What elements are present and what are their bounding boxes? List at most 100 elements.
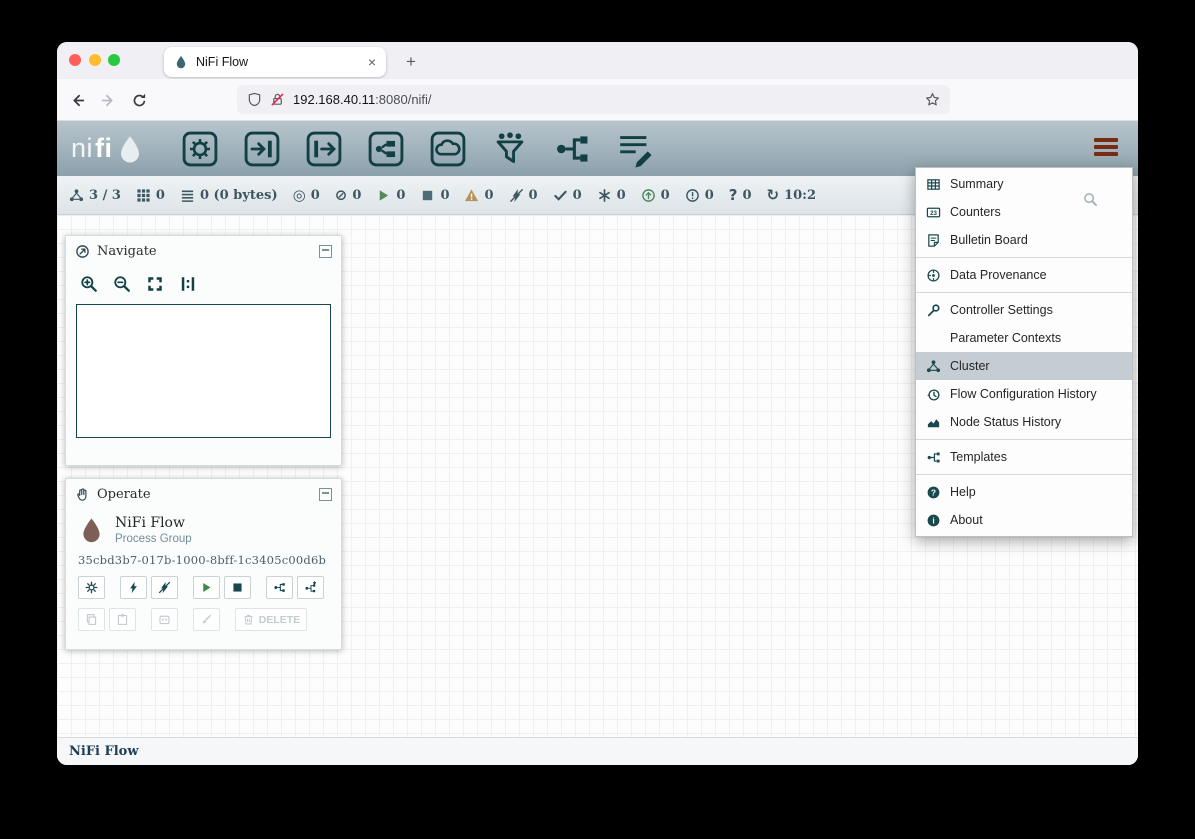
- breadcrumb[interactable]: NiFi Flow: [69, 744, 139, 759]
- cluster-icon: [926, 359, 941, 374]
- birdseye-preview[interactable]: [76, 304, 331, 438]
- menu-item-label: Controller Settings: [950, 303, 1053, 317]
- process-group-icon: [367, 130, 405, 168]
- menu-item-help[interactable]: Help: [916, 478, 1132, 506]
- create-template-button[interactable]: [266, 576, 293, 599]
- help-icon: [926, 485, 941, 500]
- delete-button[interactable]: DELETE: [235, 608, 307, 631]
- fill-color-button[interactable]: [193, 608, 220, 631]
- disabled-count: 0: [529, 188, 538, 203]
- window-close-button[interactable]: [69, 54, 81, 66]
- search-icon[interactable]: [1083, 192, 1098, 207]
- bookmark-star-icon[interactable]: [925, 92, 940, 107]
- zoom-out-button[interactable]: [109, 272, 135, 296]
- menu-item-label: Data Provenance: [950, 268, 1047, 282]
- menu-item-label: Node Status History: [950, 415, 1061, 429]
- menu-item-cluster[interactable]: Cluster: [916, 352, 1132, 380]
- menu-item-label: Cluster: [950, 359, 990, 373]
- stopped-count: 0: [440, 188, 449, 203]
- browser-toolbar: 192.168.40.11:8080/nifi/ local: [57, 79, 1138, 121]
- nifi-global-menu-icon[interactable]: [1094, 138, 1118, 156]
- transmitting-count: 0: [311, 188, 320, 203]
- browser-tab[interactable]: NiFi Flow ×: [164, 47, 386, 77]
- navigate-collapse-icon[interactable]: [319, 245, 332, 258]
- navigate-palette: Navigate: [65, 235, 342, 466]
- bolt-icon: [127, 581, 140, 594]
- upload-template-button[interactable]: [297, 576, 324, 599]
- status-last-refresh: ↻10:2: [767, 188, 817, 203]
- new-tab-button[interactable]: +: [399, 50, 423, 74]
- window-minimize-button[interactable]: [89, 54, 101, 66]
- menu-item-node-status-history[interactable]: Node Status History: [916, 408, 1132, 436]
- zoom-in-button[interactable]: [76, 272, 102, 296]
- copy-icon: [85, 613, 98, 626]
- operate-title: Operate: [97, 487, 312, 502]
- info-icon: [926, 513, 941, 528]
- reload-icon[interactable]: [131, 92, 148, 109]
- stop-button[interactable]: [224, 576, 251, 599]
- toolbar-processor[interactable]: [181, 130, 219, 168]
- menu-item-templates[interactable]: Templates: [916, 443, 1132, 471]
- toolbar-process-group[interactable]: [367, 130, 405, 168]
- insecure-lock-icon[interactable]: [270, 92, 285, 107]
- tracking-protection-shield-icon[interactable]: [247, 92, 262, 107]
- menu-item-data-provenance[interactable]: Data Provenance: [916, 261, 1132, 289]
- zoom-fit-button[interactable]: [142, 272, 168, 296]
- menu-item-flow-configuration-history[interactable]: Flow Configuration History: [916, 380, 1132, 408]
- url-path: :8080/nifi/: [375, 92, 431, 107]
- tab-strip: NiFi Flow × +: [57, 42, 1138, 79]
- status-transmitting: ◎0: [293, 188, 320, 203]
- menu-item-label: Flow Configuration History: [950, 387, 1097, 401]
- template-icon: [553, 130, 591, 168]
- queued-icon: [180, 188, 195, 203]
- upload-template-icon: [304, 581, 317, 594]
- invalid-count: 0: [484, 188, 493, 203]
- nifi-drop-logo-icon: [115, 134, 145, 164]
- back-icon[interactable]: [69, 92, 86, 109]
- url-host: 192.168.40.11: [293, 92, 375, 107]
- not-transmitting-count: 0: [352, 188, 361, 203]
- status-not-transmitting: ⊘0: [335, 188, 362, 203]
- copy-button[interactable]: [78, 608, 105, 631]
- enable-button[interactable]: [120, 576, 147, 599]
- group-button[interactable]: [151, 608, 178, 631]
- active-threads-count: 0: [156, 188, 165, 203]
- menu-item-summary[interactable]: Summary: [916, 170, 1132, 198]
- refresh-icon[interactable]: ↻: [767, 188, 780, 203]
- menu-item-about[interactable]: About: [916, 506, 1132, 534]
- url-text: 192.168.40.11:8080/nifi/: [293, 92, 432, 107]
- menu-item-label: Templates: [950, 450, 1007, 464]
- desktop-background: NiFi Flow × + 192.168.40.11:8080/nifi/: [0, 0, 1195, 839]
- forward-icon[interactable]: [100, 92, 117, 109]
- tab-close-icon[interactable]: ×: [368, 54, 376, 70]
- menu-item-controller-settings[interactable]: Controller Settings: [916, 296, 1132, 324]
- toolbar-template[interactable]: [553, 130, 591, 168]
- operate-component-type: Process Group: [115, 533, 192, 545]
- window-zoom-button[interactable]: [108, 54, 120, 66]
- status-locally-modified-and-stale: 0: [685, 188, 714, 203]
- delete-button-label: DELETE: [259, 614, 300, 626]
- tab-title: NiFi Flow: [196, 55, 360, 69]
- operate-collapse-icon[interactable]: [319, 488, 332, 501]
- menu-item-bulletin-board[interactable]: Bulletin Board: [916, 226, 1132, 254]
- disable-button[interactable]: [151, 576, 178, 599]
- zoom-fit-icon: [146, 275, 164, 293]
- menu-item-counters[interactable]: Counters: [916, 198, 1132, 226]
- start-button[interactable]: [193, 576, 220, 599]
- address-bar[interactable]: 192.168.40.11:8080/nifi/: [237, 85, 950, 114]
- toolbar-funnel[interactable]: [491, 130, 529, 168]
- menu-item-label: About: [950, 513, 983, 527]
- menu-item-label: Bulletin Board: [950, 233, 1028, 247]
- stop-icon: [231, 581, 244, 594]
- configuration-button[interactable]: [78, 576, 105, 599]
- toolbar-remote-process-group[interactable]: [429, 130, 467, 168]
- zoom-actual-size-button[interactable]: [175, 272, 201, 296]
- funnel-icon: [491, 130, 529, 168]
- paste-button[interactable]: [109, 608, 136, 631]
- toolbar-output-port[interactable]: [305, 130, 343, 168]
- logo-text-ni: ni: [71, 133, 93, 164]
- menu-item-parameter-contexts[interactable]: Parameter Contexts: [916, 324, 1132, 352]
- toolbar-label[interactable]: [615, 130, 653, 168]
- stale-icon: [641, 188, 656, 203]
- toolbar-input-port[interactable]: [243, 130, 281, 168]
